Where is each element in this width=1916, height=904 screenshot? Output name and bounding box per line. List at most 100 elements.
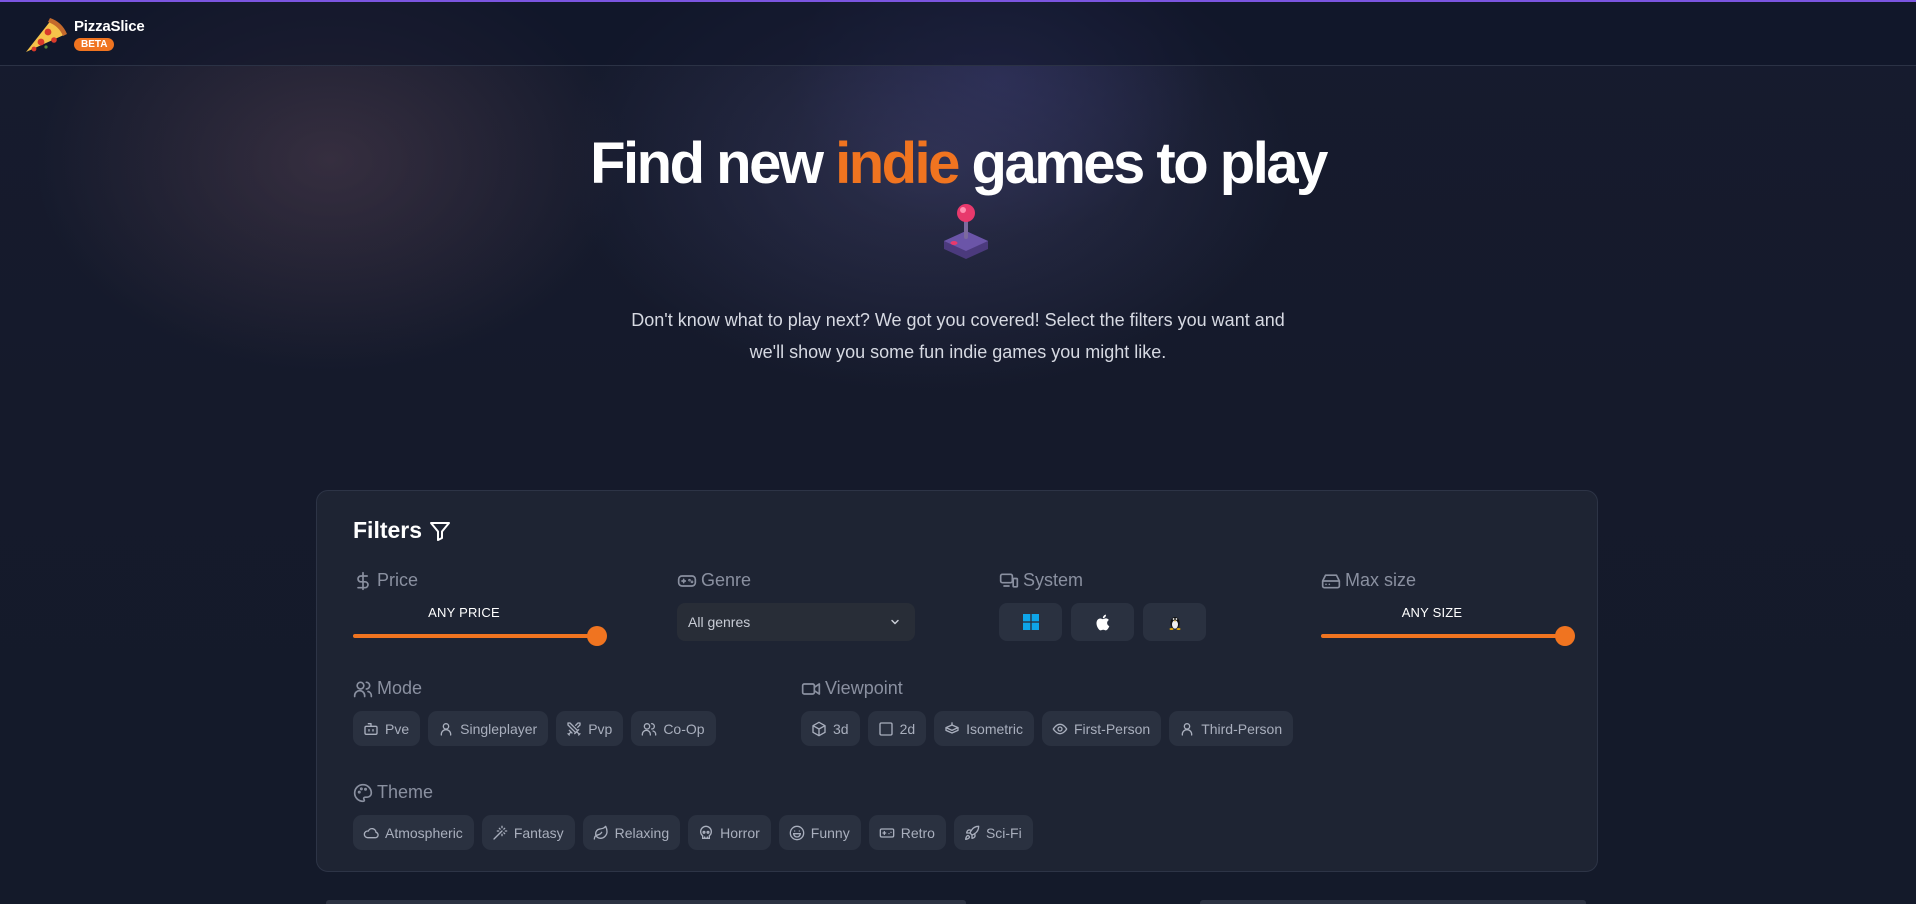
chip-label: Singleplayer bbox=[460, 720, 538, 737]
windows-icon bbox=[1022, 614, 1039, 630]
filters-title: Filters bbox=[353, 517, 423, 543]
rocket-icon bbox=[964, 825, 980, 840]
chip-atmospheric[interactable]: Atmospheric bbox=[353, 815, 474, 850]
price-slider-thumb[interactable] bbox=[587, 626, 607, 646]
genre-label: Genre bbox=[677, 570, 751, 591]
mode-label-text: Mode bbox=[377, 678, 423, 698]
users-icon bbox=[353, 681, 373, 697]
chip-label: Relaxing bbox=[614, 824, 670, 841]
filters-heading: Filters bbox=[353, 517, 452, 544]
video-icon bbox=[801, 682, 821, 695]
palette-icon bbox=[353, 783, 373, 802]
filters-card: Filters Price ANY PRICE Genre All genres… bbox=[316, 490, 1598, 872]
chip-isometric[interactable]: Isometric bbox=[934, 711, 1034, 746]
max-size-slider-track[interactable] bbox=[1321, 626, 1575, 646]
max-size-label-text: Max size bbox=[1345, 570, 1417, 590]
chip-label: Third-Person bbox=[1201, 720, 1283, 737]
chip-label: Horror bbox=[720, 824, 760, 841]
apple-icon bbox=[1096, 614, 1110, 630]
skull-icon bbox=[700, 825, 713, 839]
chip-co-op[interactable]: Co-Op bbox=[631, 711, 716, 746]
chip-pve[interactable]: Pve bbox=[353, 711, 421, 746]
max-size-label: Max size bbox=[1321, 570, 1416, 591]
magic-wand-icon bbox=[493, 825, 508, 840]
devices-icon bbox=[999, 573, 1019, 588]
chip-3d[interactable]: 3d bbox=[801, 711, 860, 746]
home-logo-link[interactable]: PizzaSlice BETA bbox=[22, 16, 145, 56]
gamepad-icon bbox=[677, 574, 697, 587]
laugh-icon bbox=[789, 825, 805, 840]
system-label-text: System bbox=[1023, 570, 1084, 590]
viewpoint-label: Viewpoint bbox=[801, 678, 903, 699]
title-part-1: Find new bbox=[590, 131, 824, 196]
chip-label: First-Person bbox=[1073, 720, 1151, 737]
chip-2d[interactable]: 2d bbox=[867, 711, 927, 746]
linux-icon bbox=[1169, 617, 1180, 630]
chip-label: Pvp bbox=[588, 720, 613, 737]
joystick-icon bbox=[944, 204, 988, 259]
result-card-edge bbox=[1200, 900, 1586, 904]
chip-label: Retro bbox=[900, 824, 935, 841]
hard-drive-icon bbox=[1321, 573, 1341, 588]
chip-singleplayer[interactable]: Singleplayer bbox=[428, 711, 549, 746]
chip-horror[interactable]: Horror bbox=[688, 815, 771, 850]
chip-label: Funny bbox=[810, 824, 850, 841]
hero-title: Find new indie games to play bbox=[578, 128, 1338, 272]
swords-icon bbox=[567, 721, 581, 736]
theme-label-text: Theme bbox=[377, 782, 434, 802]
system-linux-button[interactable] bbox=[1143, 603, 1206, 641]
mode-chips: Pve Singleplayer Pvp Co-Op bbox=[353, 711, 716, 746]
genre-select[interactable]: All genres bbox=[677, 603, 915, 641]
pizza-slice-icon bbox=[26, 18, 67, 52]
top-accent-line bbox=[0, 0, 1916, 2]
chip-relaxing[interactable]: Relaxing bbox=[582, 815, 681, 850]
genre-selected-value: All genres bbox=[688, 614, 751, 630]
chip-pvp[interactable]: Pvp bbox=[556, 711, 624, 746]
brand-name: PizzaSlice bbox=[74, 18, 145, 35]
price-label: Price bbox=[353, 570, 418, 591]
user-icon bbox=[1181, 722, 1193, 736]
brand: PizzaSlice BETA bbox=[74, 16, 145, 51]
chip-fantasy[interactable]: Fantasy bbox=[481, 815, 575, 850]
chip-funny[interactable]: Funny bbox=[778, 815, 861, 850]
max-size-value: ANY SIZE bbox=[1401, 605, 1463, 620]
price-label-text: Price bbox=[377, 570, 419, 590]
chip-third-person[interactable]: Third-Person bbox=[1169, 711, 1294, 746]
cloud-icon bbox=[363, 827, 379, 838]
filter-icon bbox=[430, 521, 451, 541]
system-label: System bbox=[999, 570, 1083, 591]
system-windows-button[interactable] bbox=[999, 603, 1062, 641]
chip-retro[interactable]: Retro bbox=[868, 815, 946, 850]
price-slider-track[interactable] bbox=[353, 626, 607, 646]
chevron-down-icon bbox=[891, 619, 899, 625]
user-icon bbox=[440, 722, 452, 736]
isometric-icon bbox=[945, 721, 959, 734]
system-mac-button[interactable] bbox=[1071, 603, 1134, 641]
leaf-icon bbox=[593, 825, 608, 840]
price-value: ANY PRICE bbox=[428, 605, 500, 620]
dollar-icon bbox=[357, 571, 369, 590]
theme-label: Theme bbox=[353, 782, 433, 803]
users-icon bbox=[641, 722, 657, 736]
max-size-slider[interactable]: ANY SIZE bbox=[1321, 605, 1575, 646]
bot-icon bbox=[364, 722, 378, 735]
hero-subtitle: Don't know what to play next? We got you… bbox=[631, 310, 1285, 362]
mode-label: Mode bbox=[353, 678, 422, 699]
genre-label-text: Genre bbox=[701, 570, 752, 590]
max-size-slider-thumb[interactable] bbox=[1555, 626, 1575, 646]
chip-label: Atmospheric bbox=[385, 824, 463, 841]
top-navbar: PizzaSlice BETA bbox=[0, 2, 1916, 66]
chip-first-person[interactable]: First-Person bbox=[1041, 711, 1162, 746]
eye-icon bbox=[1052, 723, 1068, 734]
chip-label: 3d bbox=[833, 720, 849, 737]
retro-gamepad-icon bbox=[879, 827, 895, 838]
price-slider[interactable]: ANY PRICE bbox=[353, 605, 607, 646]
square-icon bbox=[878, 721, 893, 736]
cube-icon bbox=[812, 721, 826, 736]
chip-label: Sci-Fi bbox=[985, 824, 1022, 841]
chip-label: Isometric bbox=[966, 720, 1023, 737]
chip-label: Co-Op bbox=[663, 720, 705, 737]
chip-label: 2d bbox=[899, 720, 916, 737]
system-options bbox=[999, 603, 1206, 641]
chip-sci-fi[interactable]: Sci-Fi bbox=[953, 815, 1033, 850]
